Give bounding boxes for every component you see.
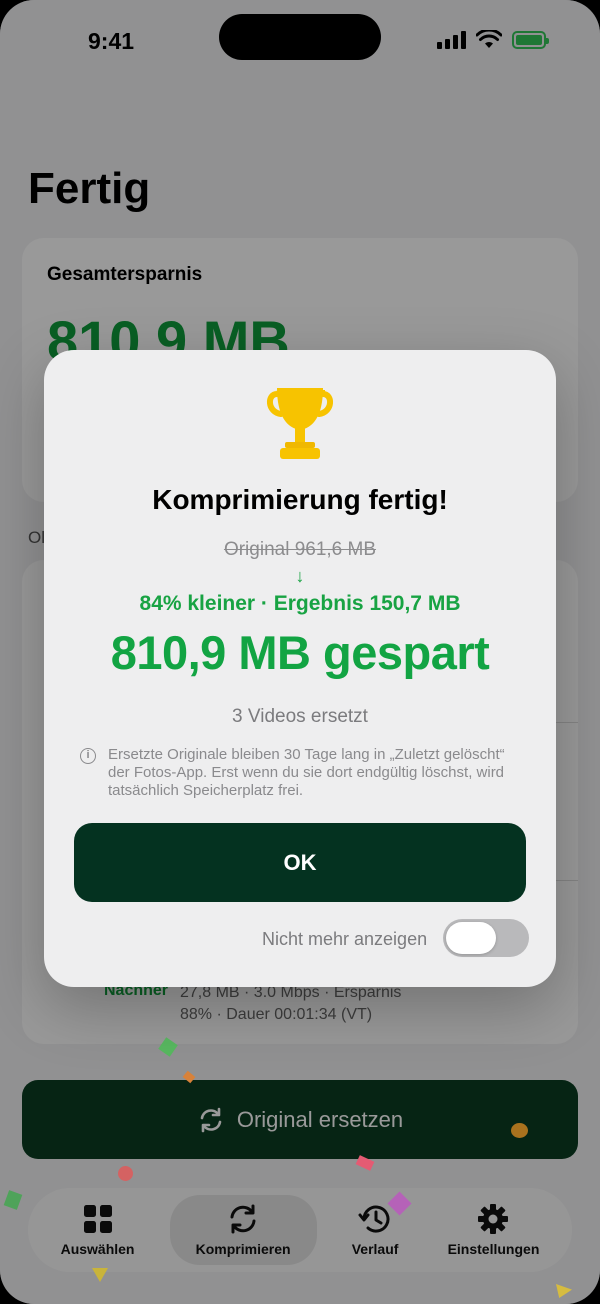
phone-screen: 9:41 Fertig Gesamtersparnis 810,9 MB Ol … [0, 0, 600, 1304]
dont-show-toggle[interactable] [443, 919, 529, 957]
trophy-icon [267, 388, 333, 459]
confetti-piece [511, 1123, 528, 1138]
result-size: 84% kleiner · Ergebnis 150,7 MB [139, 592, 461, 615]
info-text: Ersetzte Originale bleiben 30 Tage lang … [108, 746, 505, 799]
saved-amount: 810,9 MB gespart [110, 626, 490, 679]
toggle-knob [446, 922, 496, 954]
completion-dialog: Komprimierung fertig! Original 961,6 MB … [44, 350, 556, 987]
ok-button[interactable]: OK [74, 823, 526, 902]
dont-show-label: Nicht mehr anzeigen [262, 929, 428, 949]
info-icon: i [80, 748, 96, 764]
dialog-title: Komprimierung fertig! [152, 484, 448, 515]
replaced-count: 3 Videos ersetzt [232, 706, 368, 727]
original-size: Original 961,6 MB [223, 539, 377, 560]
confetti-piece [118, 1166, 133, 1181]
arrow-down-icon: ↓ [295, 566, 305, 586]
